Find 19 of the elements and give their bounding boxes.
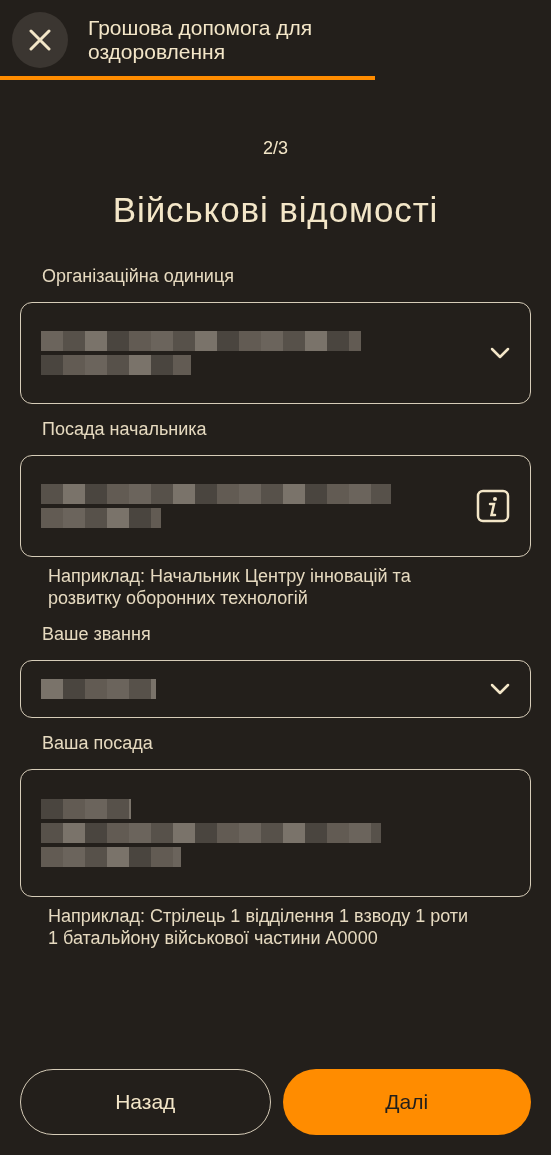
field-label: Ваше звання — [41, 622, 152, 646]
select-field[interactable] — [20, 301, 531, 404]
field-label: Ваша посада — [41, 731, 154, 755]
field-label: Посада начальника — [41, 417, 208, 441]
select-field[interactable] — [20, 659, 531, 718]
next-button[interactable]: Далі — [282, 1069, 531, 1135]
page-title: Грошова допомога для оздоровлення — [88, 16, 314, 64]
field-label: Організаційна одиниця — [41, 264, 235, 288]
info-icon — [476, 488, 510, 523]
close-icon — [29, 29, 51, 51]
close-button[interactable] — [12, 12, 68, 68]
input-field[interactable] — [20, 768, 531, 897]
hint-text: Наприклад: Начальник Центру інновацій та розвитку оборонних технологій — [47, 564, 412, 609]
hint-text: Наприклад: Стрілець 1 відділення 1 взводу 1 роти 1 батальйону військової частини А0000 — [47, 904, 470, 949]
chevron-down-icon — [490, 682, 510, 695]
step-counter: 2/3 — [262, 137, 289, 160]
chevron-down-icon — [490, 346, 510, 359]
input-field[interactable] — [20, 454, 531, 557]
section-heading: Військові відомості — [111, 189, 440, 231]
